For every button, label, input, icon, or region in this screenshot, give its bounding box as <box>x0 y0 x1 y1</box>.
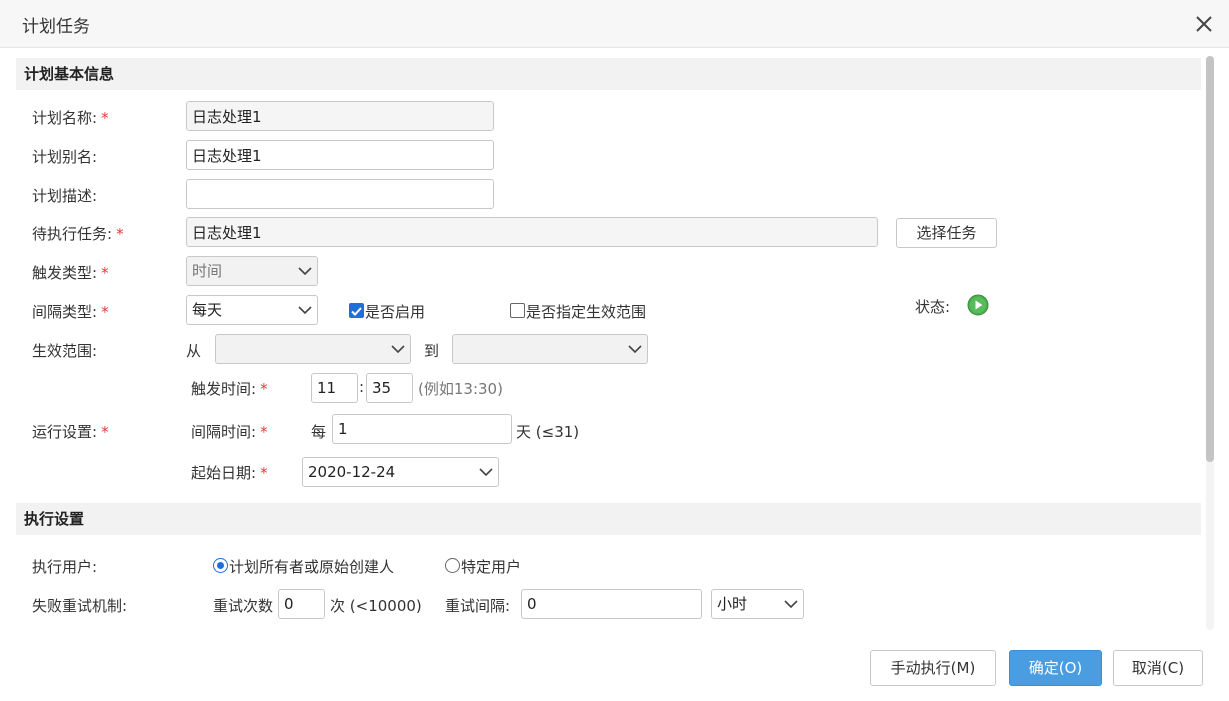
retry-unit-value: 小时 <box>717 595 748 613</box>
retry-count-label: 重试次数 <box>213 597 274 615</box>
interval-type-label: 间隔类型: * <box>32 301 109 322</box>
plan-name-label-text: 计划名称: <box>32 109 98 127</box>
section-basic-info: 计划基本信息 <box>16 58 1201 90</box>
task-label-text: 待执行任务: <box>32 225 113 243</box>
start-date-value: 2020-12-24 <box>308 463 396 481</box>
interval-prefix: 每 <box>311 423 327 441</box>
range-from-select[interactable] <box>215 334 411 364</box>
specific-user-label[interactable]: 特定用户 <box>461 556 521 577</box>
trigger-time-label: 触发时间: * <box>191 378 268 399</box>
plan-alias-label: 计划别名: <box>32 148 98 166</box>
cancel-button[interactable]: 取消(C) <box>1113 650 1203 686</box>
manual-run-button[interactable]: 手动执行(M) <box>870 650 996 686</box>
section-exec-settings: 执行设置 <box>16 503 1201 535</box>
interval-time-label: 间隔时间: * <box>191 421 268 442</box>
chevron-down-icon <box>628 345 642 354</box>
chevron-down-icon <box>298 267 312 276</box>
range-from-label: 从 <box>186 342 202 360</box>
scrollbar-thumb[interactable] <box>1206 56 1214 462</box>
check-icon <box>351 307 362 316</box>
range-flag-label[interactable]: 是否指定生效范围 <box>526 301 646 322</box>
required-mark: * <box>260 423 268 441</box>
trigger-type-value: 时间 <box>192 262 223 280</box>
trigger-type-label: 触发类型: * <box>32 262 109 283</box>
task-input[interactable] <box>186 217 878 247</box>
select-task-button[interactable]: 选择任务 <box>896 218 997 248</box>
start-date-select[interactable]: 2020-12-24 <box>302 457 499 487</box>
required-mark: * <box>101 423 109 441</box>
interval-time-label-text: 间隔时间: <box>191 423 257 441</box>
time-separator: : <box>359 378 365 396</box>
dialog-title: 计划任务 <box>22 17 90 37</box>
owner-radio-label[interactable]: 计划所有者或原始创建人 <box>229 556 394 577</box>
range-to-select[interactable] <box>452 334 648 364</box>
plan-alias-input[interactable] <box>186 140 494 170</box>
required-mark: * <box>101 303 109 321</box>
trigger-time-hint: (例如13:30) <box>418 380 503 398</box>
trigger-minute-input[interactable] <box>366 373 413 403</box>
chevron-down-icon <box>298 306 312 315</box>
range-to-label: 到 <box>424 342 440 360</box>
chevron-down-icon <box>479 468 493 477</box>
range-label: 生效范围: <box>32 342 98 360</box>
section-basic-title: 计划基本信息 <box>24 65 115 83</box>
chevron-down-icon <box>391 345 405 354</box>
run-settings-label: 运行设置: * <box>32 421 109 442</box>
plan-desc-label: 计划描述: <box>32 187 98 205</box>
plan-name-label: 计划名称: * <box>32 107 109 128</box>
interval-type-select[interactable]: 每天 <box>186 295 318 325</box>
required-mark: * <box>260 380 268 398</box>
required-mark: * <box>101 109 109 127</box>
run-settings-label-text: 运行设置: <box>32 423 98 441</box>
start-date-label-text: 起始日期: <box>191 464 257 482</box>
retry-label: 失败重试机制: <box>32 597 128 615</box>
retry-count-input[interactable] <box>278 589 325 619</box>
dialog-footer: 手动执行(M) 确定(O) 取消(C) <box>0 638 1229 701</box>
play-icon[interactable] <box>967 294 989 316</box>
retry-count-hint: 次 (<10000) <box>330 597 422 615</box>
plan-desc-input[interactable] <box>186 179 494 209</box>
interval-value-input[interactable] <box>332 414 512 444</box>
close-icon[interactable] <box>1190 10 1218 38</box>
plan-name-input[interactable] <box>186 101 494 131</box>
required-mark: * <box>116 225 124 243</box>
trigger-hour-input[interactable] <box>311 373 358 403</box>
task-label: 待执行任务: * <box>32 223 124 244</box>
ok-button[interactable]: 确定(O) <box>1009 650 1102 686</box>
status-label: 状态: <box>915 298 951 316</box>
retry-unit-select[interactable]: 小时 <box>711 589 804 619</box>
enabled-checkbox[interactable] <box>349 303 364 318</box>
owner-radio[interactable] <box>213 558 228 573</box>
interval-type-label-text: 间隔类型: <box>32 303 98 321</box>
interval-unit-hint: 天 (≤31) <box>516 423 580 441</box>
required-mark: * <box>101 264 109 282</box>
specific-user-radio[interactable] <box>445 558 460 573</box>
trigger-type-label-text: 触发类型: <box>32 264 98 282</box>
trigger-time-label-text: 触发时间: <box>191 380 257 398</box>
interval-type-value: 每天 <box>192 301 223 319</box>
retry-interval-input[interactable] <box>521 589 702 619</box>
range-flag-checkbox[interactable] <box>510 303 525 318</box>
dialog-titlebar: 计划任务 <box>0 0 1229 48</box>
required-mark: * <box>260 464 268 482</box>
trigger-type-select[interactable]: 时间 <box>186 256 318 286</box>
start-date-label: 起始日期: * <box>191 462 268 483</box>
exec-user-label: 执行用户: <box>32 558 98 576</box>
retry-interval-label: 重试间隔: <box>445 597 511 615</box>
chevron-down-icon <box>784 600 798 609</box>
enabled-label[interactable]: 是否启用 <box>365 301 425 322</box>
section-exec-title: 执行设置 <box>24 510 85 528</box>
